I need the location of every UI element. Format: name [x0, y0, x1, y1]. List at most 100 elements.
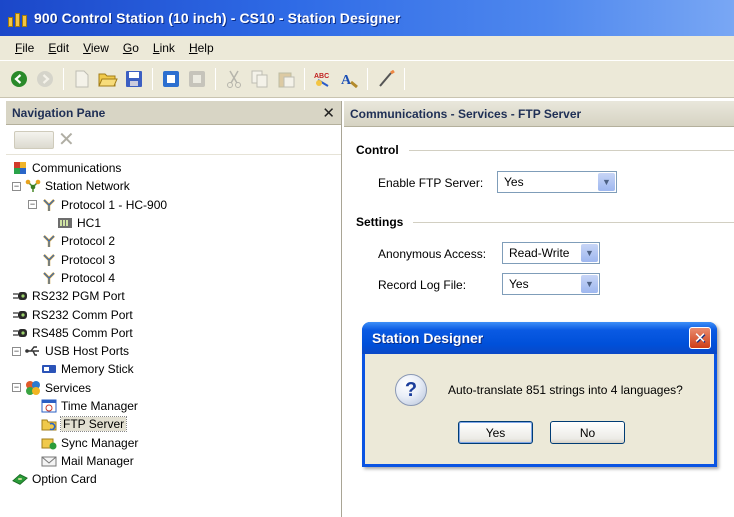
- chevron-down-icon[interactable]: ▼: [581, 275, 598, 293]
- collapse-icon[interactable]: −: [12, 346, 21, 356]
- menu-edit[interactable]: Edit: [41, 41, 76, 55]
- new-icon[interactable]: [71, 68, 93, 90]
- tree-item-usb-host-ports[interactable]: − USB Host Ports: [6, 342, 341, 360]
- toolbar-separator: [304, 68, 305, 90]
- tree-item-label: Station Network: [45, 179, 130, 194]
- dialog-title-bar: Station Designer ✕: [362, 322, 717, 354]
- back-icon[interactable]: [8, 68, 30, 90]
- record-log-select[interactable]: Yes ▼: [502, 273, 600, 295]
- delete-icon[interactable]: ✕: [58, 130, 75, 150]
- communications-icon: [12, 161, 28, 175]
- translate-icon[interactable]: ABC: [312, 68, 334, 90]
- tree-item-protocol-2[interactable]: Protocol 2: [6, 232, 341, 250]
- toolbar: ABC A: [0, 60, 734, 98]
- port-icon: [12, 308, 28, 322]
- paste-icon[interactable]: [275, 68, 297, 90]
- copy-icon[interactable]: [249, 68, 271, 90]
- chevron-down-icon[interactable]: ▼: [581, 244, 598, 262]
- tree-item-communications[interactable]: Communications: [6, 159, 341, 177]
- record-log-value: Yes: [509, 277, 529, 291]
- tree-item-protocol-3[interactable]: Protocol 3: [6, 250, 341, 268]
- settings-group-title: Settings: [356, 215, 404, 229]
- cut-icon[interactable]: [223, 68, 245, 90]
- time-manager-icon: [41, 399, 57, 413]
- protocol-icon: [41, 271, 57, 285]
- tree-item-label: Services: [45, 380, 92, 395]
- tree-item-protocol-4[interactable]: Protocol 4: [6, 269, 341, 287]
- tree-item-station-network[interactable]: − Station Network: [6, 177, 341, 195]
- collapse-icon[interactable]: −: [28, 200, 37, 210]
- toolbar-separator: [63, 68, 64, 90]
- enable-ftp-value: Yes: [504, 175, 524, 189]
- tree-item-time-manager[interactable]: Time Manager: [6, 397, 341, 415]
- tree-item-label: Memory Stick: [61, 362, 134, 377]
- tree-item-label: HC1: [77, 216, 102, 231]
- tree-item-ftp-server[interactable]: FTP Server: [6, 415, 341, 433]
- services-icon: [25, 380, 41, 395]
- navigation-pane: Navigation Pane ✕ ✕ Communications − Stati…: [6, 101, 342, 517]
- settings-group: Settings: [356, 215, 734, 229]
- collapse-icon[interactable]: −: [12, 383, 21, 393]
- tree-item-hc1[interactable]: HC1: [6, 214, 341, 232]
- tree-item-label: Option Card: [32, 472, 97, 487]
- record-log-label: Record Log File:: [378, 278, 467, 292]
- question-icon: ?: [395, 374, 427, 406]
- close-icon[interactable]: ✕: [689, 327, 711, 349]
- tree-item-label: RS232 PGM Port: [32, 289, 125, 304]
- toolbar-separator: [215, 68, 216, 90]
- forward-icon[interactable]: [34, 68, 56, 90]
- menu-go[interactable]: Go: [116, 41, 146, 55]
- collapse-icon[interactable]: −: [12, 181, 21, 191]
- mail-manager-icon: [41, 454, 57, 468]
- menu-file[interactable]: File: [8, 41, 41, 55]
- tree-item-label: Time Manager: [61, 399, 138, 413]
- no-button[interactable]: No: [550, 421, 625, 444]
- tree-item-mail-manager[interactable]: Mail Manager: [6, 452, 341, 470]
- menu-link[interactable]: Link: [146, 41, 182, 55]
- memory-stick-icon: [41, 362, 57, 376]
- close-icon[interactable]: ✕: [322, 104, 335, 122]
- tree-item-services[interactable]: − Services: [6, 379, 341, 397]
- font-icon[interactable]: A: [338, 68, 360, 90]
- chevron-down-icon[interactable]: ▼: [598, 173, 615, 191]
- tree-item-label: Protocol 1 - HC-900: [61, 197, 168, 212]
- anonymous-access-select[interactable]: Read-Write ▼: [502, 242, 600, 264]
- download-icon[interactable]: [160, 68, 182, 90]
- nav-tool-button[interactable]: [14, 130, 54, 149]
- svg-text:ABC: ABC: [314, 73, 329, 80]
- anonymous-access-label: Anonymous Access:: [378, 247, 487, 261]
- menu-view[interactable]: View: [76, 41, 116, 55]
- tree-item-rs232-pgm-port[interactable]: RS232 PGM Port: [6, 287, 341, 305]
- tree-item-rs485-comm-port[interactable]: RS485 Comm Port: [6, 324, 341, 342]
- save-icon[interactable]: [123, 68, 145, 90]
- protocol-icon: [41, 234, 57, 248]
- menu-help[interactable]: Help: [182, 41, 221, 55]
- enable-ftp-select[interactable]: Yes ▼: [497, 171, 617, 193]
- tree-item-label: RS485 Comm Port: [32, 325, 133, 340]
- dialog-title: Station Designer: [372, 330, 484, 346]
- port-icon: [12, 289, 28, 303]
- toolbar-separator: [404, 68, 405, 90]
- tree-item-option-card[interactable]: Option Card: [6, 470, 341, 488]
- control-group-title: Control: [356, 143, 399, 157]
- confirm-dialog: Station Designer ✕ ? Auto-translate 851 …: [362, 322, 717, 467]
- tree-item-label: Protocol 4: [61, 270, 116, 285]
- port-icon: [12, 326, 28, 340]
- option-card-icon: [12, 472, 28, 486]
- ftp-server-icon: [41, 417, 57, 431]
- tree-item-memory-stick[interactable]: Memory Stick: [6, 360, 341, 378]
- yes-button[interactable]: Yes: [458, 421, 533, 444]
- sync-manager-icon: [41, 436, 57, 450]
- tree-item-protocol-1-hc-900[interactable]: − Protocol 1 - HC-900: [6, 196, 341, 214]
- toolbar-separator: [152, 68, 153, 90]
- upload-icon[interactable]: [186, 68, 208, 90]
- tree-item-label: Sync Manager: [61, 435, 139, 450]
- tree-item-label: Communications: [32, 161, 122, 176]
- tree-item-rs232-comm-port[interactable]: RS232 Comm Port: [6, 305, 341, 323]
- window-title: 900 Control Station (10 inch) - CS10 - S…: [34, 10, 401, 26]
- wand-icon[interactable]: [375, 68, 397, 90]
- tree-item-sync-manager[interactable]: Sync Manager: [6, 433, 341, 451]
- open-folder-icon[interactable]: [97, 68, 119, 90]
- tree-item-label: RS232 Comm Port: [32, 307, 133, 322]
- divider: [408, 149, 734, 151]
